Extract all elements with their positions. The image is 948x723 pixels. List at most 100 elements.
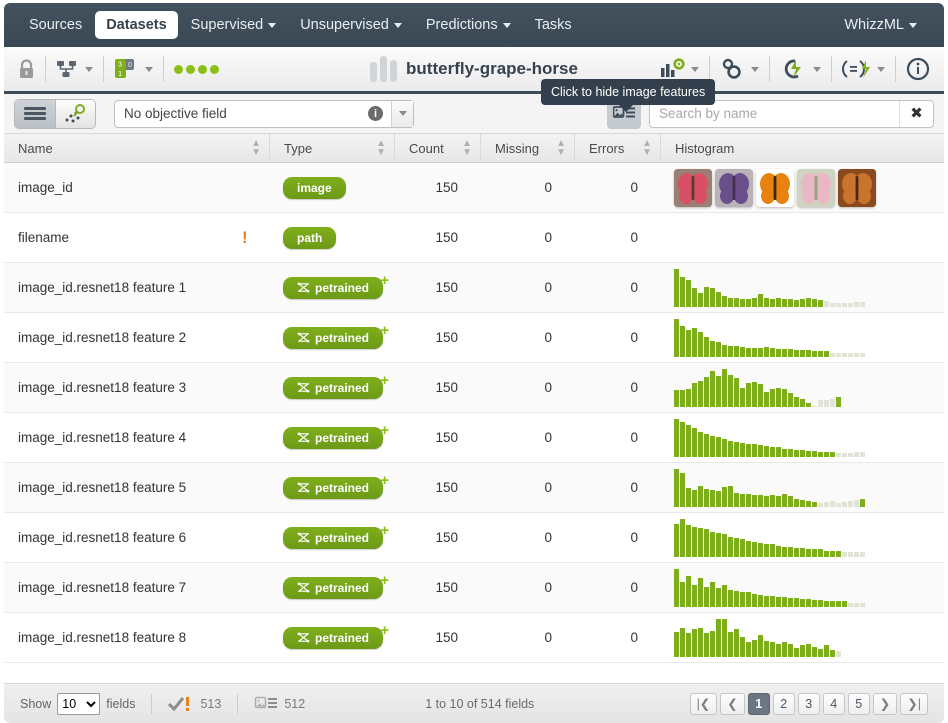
field-counts-icon[interactable]: 3 0 1	[114, 58, 153, 80]
type-badge[interactable]: petrained +	[283, 572, 389, 599]
histogram-bar	[818, 299, 823, 307]
image-thumbnail[interactable]	[756, 168, 794, 207]
table-row[interactable]: image_id.resnet18 feature 1 petrained +150…	[4, 263, 944, 313]
equation-bolt-icon[interactable]	[842, 58, 885, 80]
plus-icon: +	[380, 521, 390, 539]
table-row[interactable]: image_id.resnet18 feature 5 petrained +150…	[4, 463, 944, 513]
nav-item-supervised[interactable]: Supervised	[180, 11, 288, 39]
table-row[interactable]: image_id image 150 0 0	[4, 163, 944, 213]
info-icon[interactable]	[906, 57, 930, 81]
pagination-next[interactable]: ❯	[872, 692, 898, 715]
table-row[interactable]: image_id.resnet18 feature 2 petrained + 150…	[4, 313, 944, 363]
table-row[interactable]: image_id.resnet18 feature 4 petrained +150…	[4, 413, 944, 463]
scatterplot-view-icon[interactable]	[55, 99, 95, 128]
table-row[interactable]: filename! path 150 0 0	[4, 213, 944, 263]
chevron-down-icon[interactable]	[391, 100, 413, 127]
cluster-bolt-icon[interactable]	[780, 58, 821, 80]
lock-icon[interactable]	[18, 59, 35, 79]
image-thumbnail[interactable]	[715, 168, 753, 207]
toolbar-divider	[45, 56, 46, 82]
sort-arrows-icon[interactable]: ▲ ▼	[548, 139, 574, 158]
image-thumbnail[interactable]	[674, 168, 712, 207]
column-header-errors[interactable]: Errors ▲ ▼	[574, 133, 660, 163]
type-badge[interactable]: path	[283, 226, 337, 249]
info-icon[interactable]: i	[368, 106, 383, 121]
type-badge[interactable]: petrained +	[283, 272, 389, 299]
pagination-page-3[interactable]: 3	[797, 692, 820, 715]
nav-item-whizzml[interactable]: WhizzML	[833, 11, 928, 39]
type-badge[interactable]: petrained +	[283, 472, 389, 499]
table-row[interactable]: image_id.resnet18 feature 3 petrained +150…	[4, 363, 944, 413]
histogram-bar	[692, 427, 697, 457]
field-name[interactable]: image_id.resnet18 feature 8	[4, 613, 269, 663]
pagination-prev[interactable]: ❮	[720, 692, 745, 715]
pagination-page-5[interactable]: 5	[847, 692, 870, 715]
field-name[interactable]: filename	[4, 213, 269, 263]
histogram-bar	[770, 595, 775, 607]
gears-icon[interactable]	[720, 58, 759, 80]
nav-item-datasets[interactable]: Datasets	[95, 11, 178, 39]
field-name[interactable]: image_id.resnet18 feature 6	[4, 513, 269, 563]
table-row[interactable]: image_id.resnet18 feature 6 petrained +150…	[4, 513, 944, 563]
main-navigation: Sources Datasets Supervised Unsupervised Pre…	[4, 3, 944, 47]
histogram-bar	[710, 531, 715, 557]
nav-item-predictions[interactable]: Predictions	[415, 11, 522, 39]
image-thumbnail[interactable]	[797, 168, 835, 207]
pagination-page-4[interactable]: 4	[822, 692, 845, 715]
type-badge[interactable]: petrained +	[283, 322, 389, 349]
column-header-missing[interactable]: Missing ▲ ▼	[480, 133, 574, 163]
field-name[interactable]: image_id.resnet18 feature 5	[4, 463, 269, 513]
page-size-select[interactable]: 102550100	[57, 692, 101, 715]
clear-search-icon[interactable]: ✖	[899, 100, 933, 127]
nav-item-sources[interactable]: Sources	[18, 11, 93, 39]
field-name[interactable]: image_id.resnet18 feature 2	[4, 313, 269, 363]
field-type-cell: petrained +	[269, 413, 394, 463]
histogram-bar	[758, 383, 763, 407]
table-footer: Show 102550100 fields 513 512 1 to 10 of…	[4, 683, 944, 723]
field-name[interactable]: image_id.resnet18 feature 4	[4, 413, 269, 463]
type-badge[interactable]: petrained +	[283, 622, 389, 649]
nav-item-tasks[interactable]: Tasks	[524, 11, 583, 39]
plus-icon: +	[380, 371, 390, 389]
column-header-type[interactable]: Type ▲ ▼	[269, 133, 394, 163]
nav-item-unsupervised[interactable]: Unsupervised	[289, 11, 413, 39]
sort-arrows-icon[interactable]: ▲ ▼	[368, 139, 394, 158]
histogram-bar	[698, 292, 703, 307]
sort-arrows-icon[interactable]: ▲ ▼	[243, 139, 269, 158]
pagination-last[interactable]: ❯|	[900, 692, 928, 715]
tree-icon[interactable]	[56, 59, 93, 79]
histogram-bar	[836, 452, 841, 457]
field-name[interactable]: image_id	[4, 163, 269, 213]
chart-config-icon[interactable]	[660, 58, 699, 80]
image-thumbnail[interactable]	[838, 168, 876, 207]
type-badge[interactable]: image	[283, 176, 346, 199]
histogram-bar	[680, 472, 685, 507]
type-badge[interactable]: petrained +	[283, 422, 389, 449]
field-name[interactable]: image_id.resnet18 feature 3	[4, 363, 269, 413]
column-header-count[interactable]: Count ▲ ▼	[394, 133, 480, 163]
histogram-bar	[782, 641, 787, 657]
histogram-bar	[776, 297, 781, 307]
table-row[interactable]: image_id.resnet18 feature 7 petrained +150…	[4, 563, 944, 613]
type-badge[interactable]: petrained +	[283, 522, 389, 549]
field-missing: 0	[544, 230, 552, 245]
sort-arrows-icon[interactable]: ▲ ▼	[454, 139, 480, 158]
histogram-bar	[806, 297, 811, 307]
field-name[interactable]: image_id.resnet18 feature 7	[4, 563, 269, 613]
type-badge[interactable]: petrained +	[283, 372, 389, 399]
column-header-name[interactable]: Name ▲ ▼	[4, 134, 269, 163]
table-row[interactable]: image_id.resnet18 feature 8 petrained +150…	[4, 613, 944, 663]
sort-arrows-icon[interactable]: ▲ ▼	[634, 139, 660, 158]
histogram-bar	[782, 596, 787, 607]
histogram-bar	[812, 450, 817, 457]
pagination-page-1[interactable]: 1	[747, 692, 770, 715]
histogram-bar	[806, 349, 811, 357]
field-count: 150	[435, 330, 458, 345]
pagination-page-2[interactable]: 2	[772, 692, 795, 715]
field-name[interactable]: image_id.resnet18 feature 1	[4, 263, 269, 313]
field-errors: 0	[630, 480, 638, 495]
objective-field-select[interactable]: No objective field i	[114, 99, 414, 128]
list-view-icon[interactable]	[15, 99, 55, 128]
histogram-bar	[698, 627, 703, 657]
pagination-first[interactable]: |❮	[689, 692, 718, 715]
